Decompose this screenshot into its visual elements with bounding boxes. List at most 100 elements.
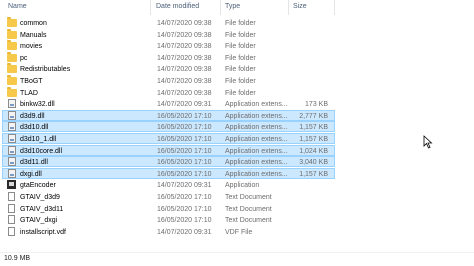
file-date-modified: 14/07/2020 09:38 — [157, 20, 212, 27]
file-date-modified: 14/07/2020 09:38 — [157, 66, 212, 74]
file-type: Application extens... — [225, 147, 288, 155]
text-document-icon — [8, 203, 15, 213]
column-header-type[interactable]: Type — [225, 3, 240, 10]
file-type: File folder — [225, 54, 256, 62]
file-name: installscript.vdf — [20, 228, 66, 236]
file-row[interactable]: GTAIV_d3d9 16/05/2020 17:10 Text Document — [2, 191, 335, 202]
file-name: d3d10core.dll — [20, 147, 63, 155]
file-type: Application extens... — [225, 124, 288, 132]
file-name: GTAIV_d3d9 — [20, 194, 60, 201]
dll-file-icon — [8, 168, 16, 178]
file-type: Application — [225, 182, 260, 190]
file-row[interactable]: movies 14/07/2020 09:38 File folder — [2, 40, 335, 51]
column-divider[interactable] — [150, 0, 151, 15]
file-row[interactable]: d3d9.dll 16/05/2020 17:10 Application exte… — [2, 109, 335, 121]
file-type: File folder — [225, 43, 256, 51]
file-name: dxgi.dll — [20, 170, 42, 178]
column-divider[interactable] — [288, 0, 289, 15]
file-date-modified: 14/07/2020 09:31 — [157, 101, 212, 109]
file-type: VDF File — [225, 228, 253, 236]
file-row[interactable]: dxgi.dll 16/05/2020 17:10 Application exte… — [2, 167, 335, 179]
file-type: Application extens... — [225, 112, 288, 120]
dll-file-icon — [8, 99, 16, 109]
file-date-modified: 14/07/2020 09:38 — [157, 43, 212, 51]
text-document-icon — [8, 192, 15, 201]
file-name: GTAIV_dxgi — [20, 217, 58, 225]
dll-file-icon — [8, 110, 16, 120]
status-bar: 10.9 MB — [0, 252, 474, 266]
dll-file-icon — [8, 122, 16, 132]
file-size: 1,157 KB — [299, 124, 328, 132]
file-name: d3d10_1.dll — [20, 136, 57, 143]
vdf-file-icon — [8, 226, 15, 236]
file-date-modified: 14/07/2020 09:38 — [157, 89, 212, 97]
file-row[interactable]: d3d10.dll 16/05/2020 17:10 Application ext… — [2, 121, 335, 133]
file-date-modified: 16/05/2020 17:10 — [157, 159, 212, 167]
text-document-icon — [8, 215, 15, 225]
file-type: Application extens... — [225, 170, 288, 178]
file-type: File folder — [225, 66, 256, 74]
folder-icon — [7, 86, 17, 97]
file-size: 3,040 KB — [299, 159, 328, 167]
application-icon — [7, 180, 16, 190]
file-type: Application extens... — [225, 101, 288, 109]
file-size: 173 KB — [305, 101, 328, 109]
file-row[interactable]: GTAIV_dxgi 16/05/2020 17:10 Text Document — [2, 214, 335, 225]
mouse-cursor-icon — [423, 135, 433, 149]
file-name: pc — [20, 54, 28, 62]
dll-file-icon — [8, 134, 16, 143]
file-row[interactable]: TBoGT 14/07/2020 09:38 File folder — [2, 75, 335, 86]
column-header-date-modified[interactable]: Date modified — [156, 3, 199, 10]
column-divider[interactable] — [220, 0, 221, 15]
column-header-size[interactable]: Size — [293, 3, 307, 10]
folder-icon — [7, 28, 17, 39]
file-row[interactable]: Manuals 14/07/2020 09:38 File folder — [2, 28, 335, 40]
file-size: 2,777 KB — [299, 112, 328, 120]
file-row[interactable]: Redistributables 14/07/2020 09:38 File fol… — [2, 63, 335, 74]
folder-icon — [7, 51, 17, 62]
file-size: 1,024 KB — [299, 147, 328, 155]
file-name: TLAD — [20, 89, 38, 97]
file-type: File folder — [225, 20, 256, 27]
file-name: d3d9.dll — [20, 112, 45, 120]
file-size: 1,157 KB — [299, 170, 328, 178]
file-date-modified: 16/05/2020 17:10 — [157, 124, 212, 132]
file-date-modified: 14/07/2020 09:31 — [157, 228, 212, 236]
file-type: Application extens... — [225, 136, 288, 143]
file-date-modified: 16/05/2020 17:10 — [157, 112, 212, 120]
file-row[interactable]: GTAIV_d3d11 16/05/2020 17:10 Text Document — [2, 203, 335, 214]
folder-icon — [7, 75, 17, 85]
file-date-modified: 16/05/2020 17:10 — [157, 136, 212, 143]
file-type: Text Document — [225, 205, 272, 213]
file-row[interactable]: d3d10core.dll 16/05/2020 17:10 Application… — [2, 144, 335, 156]
file-row[interactable]: d3d11.dll 16/05/2020 17:10 Application ext… — [2, 156, 335, 168]
file-name: Manuals — [20, 31, 47, 39]
file-row[interactable]: common 14/07/2020 09:38 File folder — [2, 17, 335, 28]
file-name: common — [20, 20, 47, 27]
file-type: File folder — [225, 89, 256, 97]
file-row[interactable]: pc 14/07/2020 09:38 File folder — [2, 51, 335, 63]
file-date-modified: 16/05/2020 17:10 — [157, 170, 212, 178]
file-type: Text Document — [225, 217, 272, 225]
file-row[interactable]: d3d10_1.dll 16/05/2020 17:10 Application e… — [2, 133, 335, 144]
file-type: File folder — [225, 31, 256, 39]
file-type: File folder — [225, 78, 256, 85]
file-type: Application extens... — [225, 159, 288, 167]
file-row[interactable]: gtaEncoder 14/07/2020 09:31 Application — [2, 179, 335, 190]
folder-icon — [7, 40, 17, 51]
file-date-modified: 14/07/2020 09:38 — [157, 31, 212, 39]
file-row[interactable]: installscript.vdf 14/07/2020 09:31 VDF Fil… — [2, 226, 335, 237]
file-date-modified: 14/07/2020 09:31 — [157, 182, 212, 190]
file-row[interactable]: TLAD 14/07/2020 09:38 File folder — [2, 86, 335, 98]
column-header-bar: Name Date modified Type Size — [0, 0, 474, 15]
file-date-modified: 16/05/2020 17:10 — [157, 194, 212, 201]
column-header-name[interactable]: Name — [8, 3, 27, 10]
column-divider[interactable] — [334, 0, 335, 15]
file-row[interactable]: binkw32.dll 14/07/2020 09:31 Application e… — [2, 98, 335, 109]
file-type: Text Document — [225, 194, 272, 201]
file-date-modified: 16/05/2020 17:10 — [157, 147, 212, 155]
file-name: GTAIV_d3d11 — [20, 205, 64, 213]
dll-file-icon — [8, 145, 16, 155]
selection-size-text: 10.9 MB — [4, 255, 31, 262]
file-size: 1,157 KB — [299, 136, 328, 143]
